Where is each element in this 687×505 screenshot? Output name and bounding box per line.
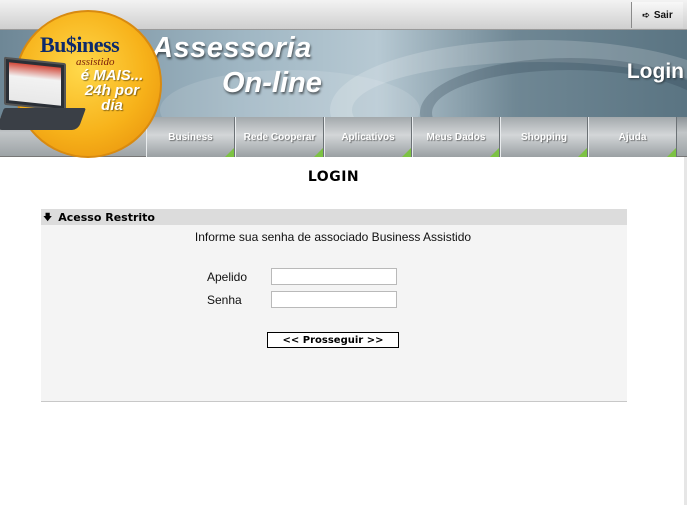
nav-item-label: Rede Cooperar bbox=[243, 131, 316, 143]
nav-item-label: Ajuda bbox=[618, 131, 647, 143]
banner-title-line2: On-line bbox=[222, 67, 322, 99]
nav-item-shopping[interactable]: Shopping bbox=[500, 117, 588, 157]
logout-label: Sair bbox=[653, 9, 673, 21]
logo-brand: Bu$iness bbox=[40, 32, 120, 57]
tab-corner-icon bbox=[578, 148, 587, 157]
nav-item-aplicativos[interactable]: Aplicativos bbox=[324, 117, 412, 157]
nav-item-label: Aplicativos bbox=[341, 131, 395, 143]
password-label: Senha bbox=[207, 293, 242, 307]
nav-item-rede-cooperar[interactable]: Rede Cooperar bbox=[235, 117, 324, 157]
proceed-button[interactable]: << Prosseguir >> bbox=[267, 332, 399, 348]
password-field[interactable] bbox=[271, 291, 397, 308]
logo-slogan: é MAIS... 24h por dia bbox=[80, 67, 144, 114]
nav-item-label: Business bbox=[168, 131, 213, 143]
laptop-icon bbox=[4, 56, 66, 112]
restricted-access-panel: 🡇 Acesso Restrito Informe sua senha de a… bbox=[41, 209, 627, 402]
banner-title-line1: Assessoria bbox=[152, 32, 312, 64]
tab-corner-icon bbox=[490, 148, 499, 157]
page-title: LOGIN bbox=[307, 169, 360, 185]
nav-item-ajuda[interactable]: Ajuda bbox=[588, 117, 677, 157]
tab-corner-icon bbox=[402, 148, 411, 157]
nav-item-label: Meus Dados bbox=[426, 131, 486, 143]
nav-item-meus-dados[interactable]: Meus Dados bbox=[412, 117, 500, 157]
banner-page-name: Login bbox=[626, 60, 684, 83]
panel-header[interactable]: 🡇 Acesso Restrito bbox=[41, 209, 627, 225]
arrow-down-icon: 🡇 bbox=[43, 212, 53, 222]
nickname-field[interactable] bbox=[271, 268, 397, 285]
logout-button[interactable]: ➪ Sair bbox=[631, 2, 683, 28]
tab-corner-icon bbox=[225, 148, 234, 157]
nav-item-business[interactable]: Business bbox=[146, 117, 235, 157]
login-instruction: Informe sua senha de associado Business … bbox=[194, 230, 472, 244]
nav-item-label: Shopping bbox=[520, 131, 568, 143]
laptop-base-icon bbox=[0, 108, 87, 130]
tab-corner-icon bbox=[667, 148, 676, 157]
nickname-label: Apelido bbox=[207, 270, 248, 284]
panel-title: Acesso Restrito bbox=[58, 210, 155, 224]
exit-arrow-icon: ➪ bbox=[642, 9, 650, 20]
tab-corner-icon bbox=[314, 148, 323, 157]
